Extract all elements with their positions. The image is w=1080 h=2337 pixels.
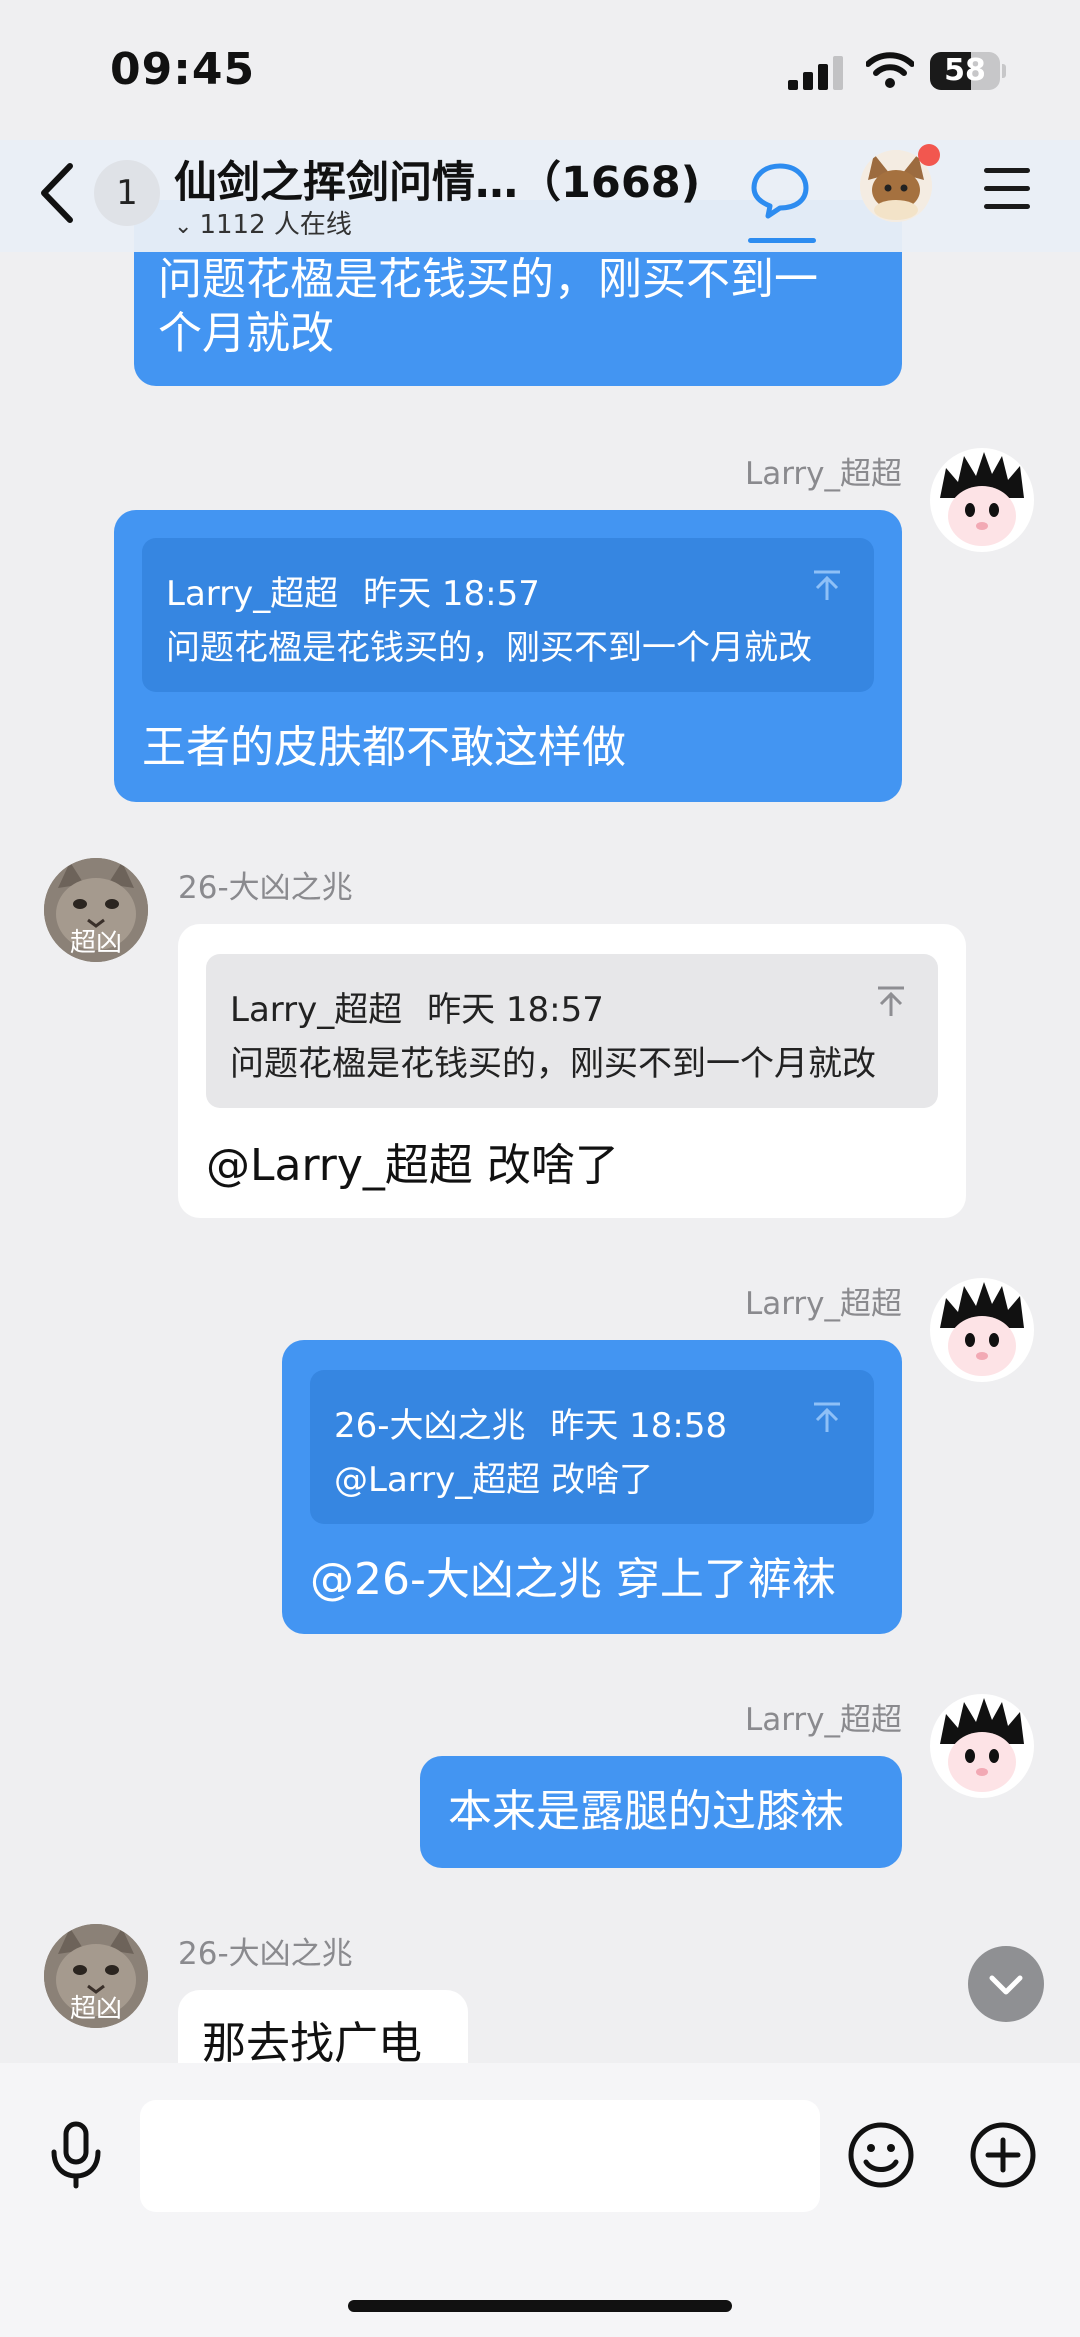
avatar[interactable]: 超凶 [44,1924,148,2028]
reply-quote[interactable]: 26-大凶之兆 昨天 18:58 @Larry_超超 改啥了 [310,1370,874,1524]
jump-to-quote-icon[interactable] [874,984,908,1018]
message-bubble[interactable]: Larry_超超 昨天 18:57 问题花楹是花钱买的，刚买不到一个月就改 王者… [114,510,902,802]
boy-avatar-icon [940,1282,1024,1376]
chevron-down-icon: ⌄ [174,214,200,239]
message-text: @Larry_超超 改啥了 [206,1140,619,1191]
boy-avatar-icon [940,452,1024,546]
wifi-icon [866,52,914,88]
quote-time: 昨天 18:57 [363,574,540,614]
quote-text: 问题花楹是花钱买的，刚买不到一个月就改 [230,1044,876,1084]
status-time: 09:45 [110,44,256,95]
sender-name: 26-大凶之兆 [178,870,353,906]
message-text: 问题花楹是花钱买的，刚买不到一 [158,254,818,305]
quote-author: 26-大凶之兆 [334,1406,526,1446]
message-text: @26-大凶之兆 穿上了裤袜 [310,1554,836,1605]
message-bubble[interactable]: 26-大凶之兆 昨天 18:58 @Larry_超超 改啥了 @26-大凶之兆 … [282,1340,902,1634]
quote-text: 问题花楹是花钱买的，刚买不到一个月就改 [166,628,812,668]
message-text: 本来是露腿的过膝袜 [448,1786,844,1837]
online-count-label: 1112 人在线 [199,210,352,240]
smiley-icon[interactable] [846,2120,916,2190]
quote-text: @Larry_超超 改啥了 [334,1460,654,1500]
boy-avatar-icon [940,1698,1024,1792]
menu-icon[interactable] [984,166,1034,216]
avatar-label: 超凶 [69,928,122,958]
plus-circle-icon[interactable] [968,2120,1038,2190]
message-bubble[interactable]: Larry_超超 昨天 18:57 问题花楹是花钱买的，刚买不到一个月就改 @L… [178,924,966,1218]
chevron-left-icon[interactable] [34,158,84,228]
sender-name: Larry_超超 [744,456,902,492]
chat-bubble-icon[interactable] [748,160,812,220]
chevron-down-icon [989,1975,1023,1995]
sender-name: Larry_超超 [744,1702,902,1738]
group-title[interactable]: 仙剑之挥剑问情…（1668) [174,148,700,210]
jump-to-quote-icon[interactable] [810,568,844,602]
avatar-label: 超凶 [69,1994,122,2024]
scroll-to-bottom-button[interactable] [968,1946,1044,2022]
avatar[interactable] [930,1694,1034,1798]
home-indicator [348,2300,732,2312]
quote-author: Larry_超超 [230,990,403,1030]
online-count[interactable]: ⌄ 1112 人在线 [174,204,352,241]
quote-time: 昨天 18:58 [550,1406,728,1446]
avatar[interactable] [930,1278,1034,1382]
notification-dot [918,144,940,166]
battery-level: 58 [944,53,986,88]
reply-quote[interactable]: Larry_超超 昨天 18:57 问题花楹是花钱买的，刚买不到一个月就改 [142,538,874,692]
mic-icon[interactable] [44,2120,108,2190]
reply-quote[interactable]: Larry_超超 昨天 18:57 问题花楹是花钱买的，刚买不到一个月就改 [206,954,938,1108]
jump-to-quote-icon[interactable] [810,1400,844,1434]
message-text: 王者的皮肤都不敢这样做 [142,722,626,773]
quote-time: 昨天 18:57 [427,990,604,1030]
quote-author: Larry_超超 [166,574,339,614]
message-bubble[interactable]: 本来是露腿的过膝袜 [420,1756,902,1868]
avatar[interactable]: 超凶 [44,858,148,962]
unread-count-badge[interactable]: 1 [94,160,160,226]
avatar[interactable] [930,448,1034,552]
sender-name: 26-大凶之兆 [178,1936,353,1972]
message-text: 个月就改 [158,308,334,359]
sender-name: Larry_超超 [744,1286,902,1322]
cell-signal-icon [788,56,843,90]
message-input[interactable] [140,2100,820,2212]
active-tab-indicator [748,238,816,243]
battery-icon: 58 [930,52,1006,90]
